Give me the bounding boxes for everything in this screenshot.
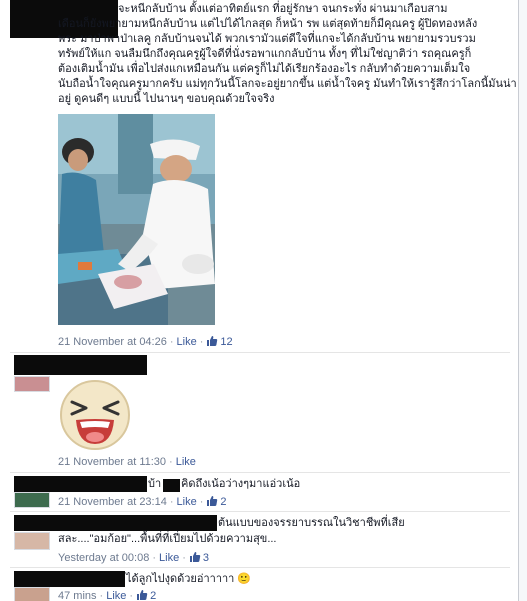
- laughing-face-sticker: [60, 380, 130, 450]
- like-button[interactable]: Like: [177, 336, 197, 348]
- comment-meta: 21 November at 23:14 · Like · 2: [58, 496, 227, 508]
- like-count[interactable]: 2: [206, 496, 227, 508]
- commenter-avatar[interactable]: [14, 492, 50, 508]
- divider: [10, 352, 510, 353]
- mention-redacted: [163, 479, 180, 492]
- post-photo[interactable]: [58, 114, 215, 325]
- thumbs-up-icon: [207, 496, 218, 506]
- like-button[interactable]: Like: [177, 496, 197, 508]
- comment-text: ได้ลูกไปงุดด้วยอ่าาาาา 🙂: [126, 573, 252, 585]
- post-text-line: จะหนีกลับบ้าน ตั้งแต่อาทิตย์แรก ที่อยู่ร…: [118, 3, 448, 15]
- comment-text: คิดถึงเน้อว่างๆมาแอ่วเน้อ: [181, 478, 301, 490]
- comment-meta: Yesterday at 00:08 · Like · 3: [58, 552, 209, 564]
- post-text-line: นับถือน้ำใจคุณครูมากครับ แม่ทุกวันนี้โลก…: [58, 78, 517, 90]
- comment-text: บ้า: [148, 478, 162, 490]
- divider: [10, 511, 510, 512]
- thumbs-up-icon: [207, 336, 218, 346]
- facebook-post-frame: จะหนีกลับบ้าน ตั้งแต่อาทิตย์แรก ที่อยู่ร…: [0, 0, 519, 601]
- post-text-line: ต้องเติมน้ำมัน เพื่อไปส่งแกเหมือนกัน แต่…: [58, 63, 471, 75]
- comment-timestamp[interactable]: 21 November at 23:14: [58, 496, 167, 508]
- like-count[interactable]: 3: [189, 552, 209, 564]
- divider: [10, 567, 510, 568]
- post-timestamp[interactable]: 21 November at 04:26: [58, 336, 167, 348]
- commenter-name-redacted: [14, 476, 147, 492]
- post-text-line: เดือนก็ยังพยายามหนีกลับบ้าน แต่ไปได้ไกลส…: [58, 18, 478, 30]
- comment-timestamp[interactable]: 47 mins: [58, 590, 97, 601]
- like-button[interactable]: Like: [106, 590, 126, 601]
- comment-meta: 21 November at 11:30 · Like: [58, 456, 196, 468]
- commenter-name-redacted: [14, 355, 147, 375]
- commenter-avatar[interactable]: [14, 376, 50, 392]
- divider: [10, 472, 510, 473]
- comment-timestamp[interactable]: Yesterday at 00:08: [58, 552, 149, 564]
- comment-meta: 47 mins · Like · 2: [58, 590, 157, 601]
- post-text-line: พระ มาป่าพาป่าเลคู กลับบ้านจนได้ พวกเราม…: [58, 33, 476, 45]
- like-button[interactable]: Like: [159, 552, 179, 564]
- like-count[interactable]: 2: [136, 590, 156, 601]
- like-count[interactable]: 12: [206, 336, 233, 348]
- comment-text: ต้นแบบของจรรยาบรรณในวิชาชีพที่เสีย: [218, 517, 405, 529]
- post-meta: 21 November at 04:26 · Like · 12: [58, 336, 233, 348]
- thumbs-up-icon: [189, 552, 201, 562]
- post-text-line: ทรัพย์ให้แก จนลืมนึกถึงคุณครูผู้ใจดีที่น…: [58, 48, 472, 60]
- nurse-photo-illustration: [58, 114, 215, 325]
- thumbs-up-icon: [137, 590, 148, 600]
- post-text-line: อยู่ ดูคนดีๆ แบบนี้ ไปนานๆ ขอบคุณด้วยใจจ…: [58, 93, 275, 105]
- commenter-avatar[interactable]: [14, 587, 50, 601]
- commenter-avatar[interactable]: [14, 532, 50, 550]
- commenter-name-redacted: [14, 571, 125, 587]
- like-button[interactable]: Like: [176, 456, 196, 468]
- comment-text: สละ...."อมก้อย"...พื้นที่ที่เปี่ยมไปด้วย…: [58, 533, 277, 545]
- commenter-name-redacted: [14, 515, 217, 531]
- comment-timestamp[interactable]: 21 November at 11:30: [58, 456, 166, 468]
